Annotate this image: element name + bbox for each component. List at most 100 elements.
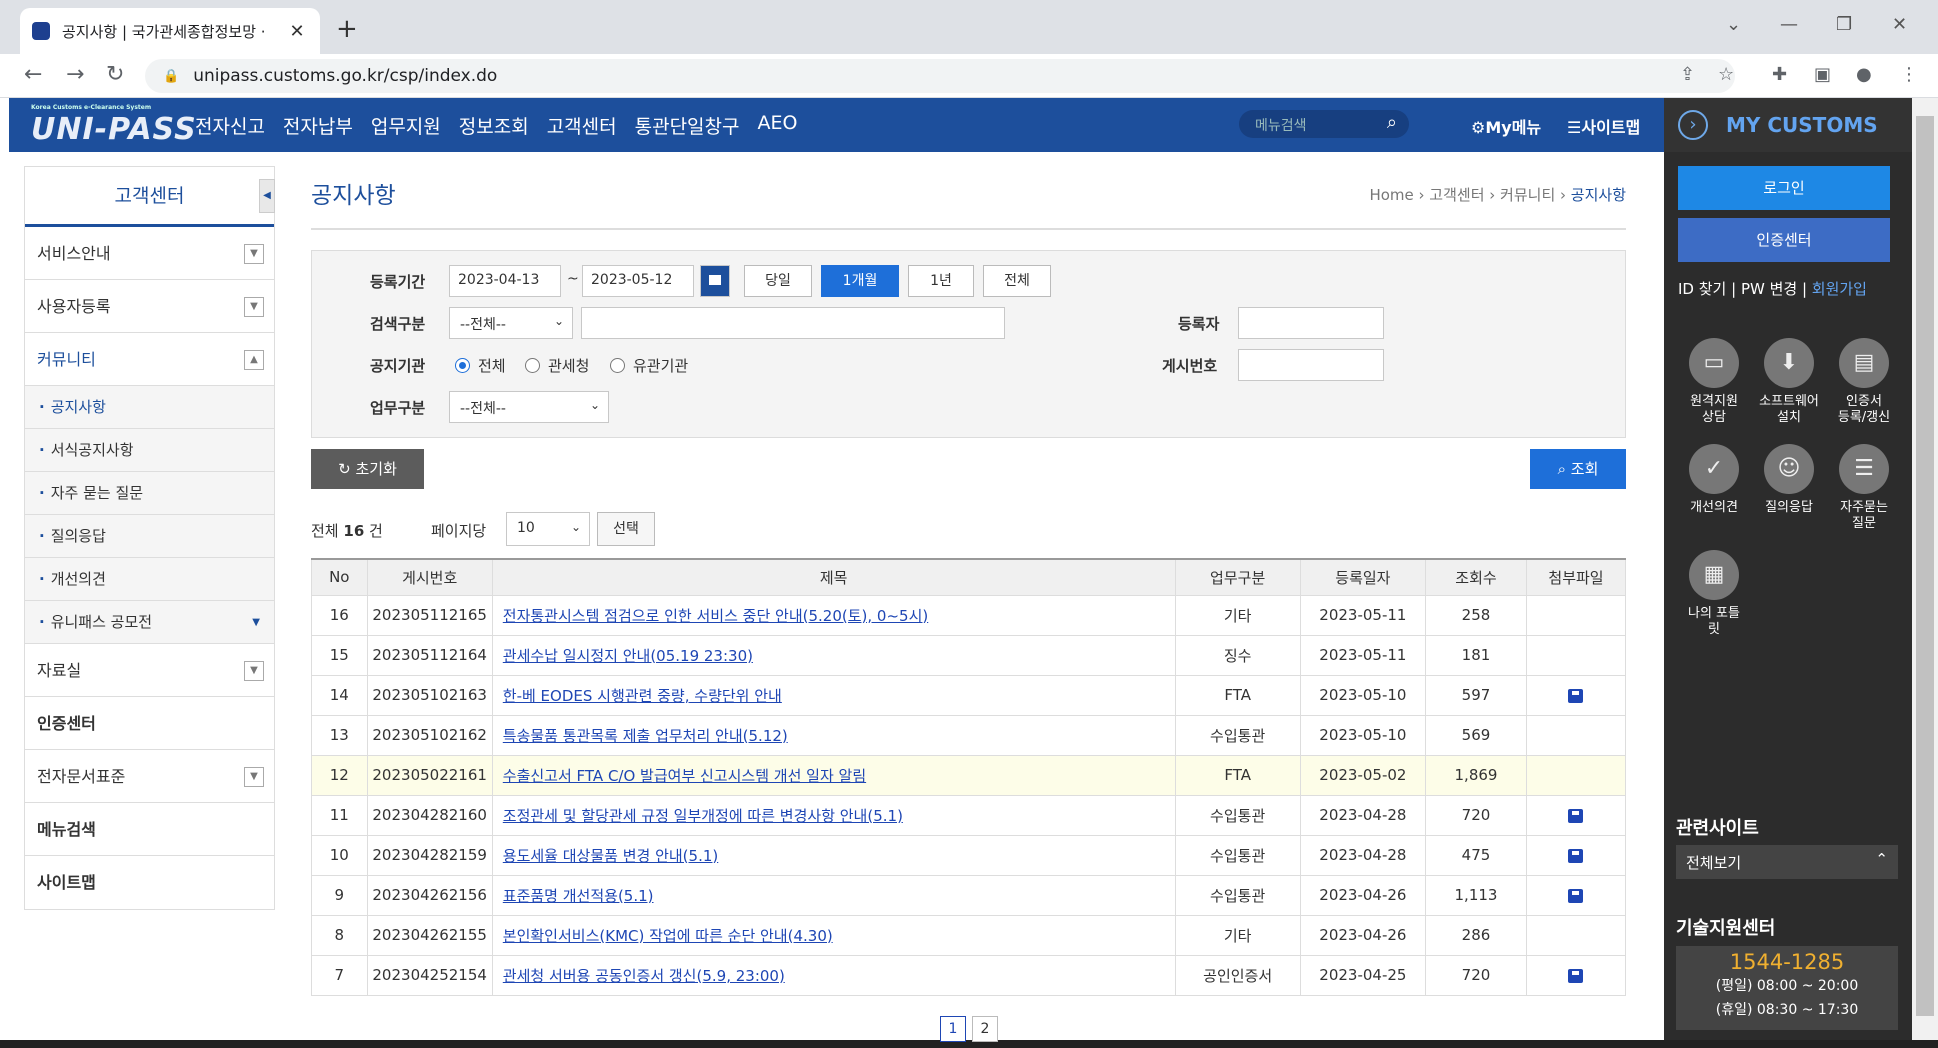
agency-radio-customs[interactable]: 관세청 (525, 355, 589, 376)
cert-center-button[interactable]: 인증센터 (1678, 218, 1890, 262)
chevron-down-icon[interactable]: ▼ (244, 767, 264, 787)
gnb-item[interactable]: 정보조회 (459, 112, 529, 139)
restore-icon[interactable]: ❐ (1836, 14, 1852, 35)
attachment-file-icon[interactable] (1568, 888, 1584, 903)
chevron-right-icon[interactable]: › (1678, 110, 1708, 140)
cell-title[interactable]: 전자통관시스템 점검으로 인한 서비스 중단 안내(5.20(토), 0~5시) (491, 594, 1176, 636)
cell-attachment[interactable] (1525, 794, 1627, 836)
notice-title-link[interactable]: 수출신고서 FTA C/O 발급여부 신고시스템 개선 일자 알림 (503, 767, 866, 785)
subnav-contest[interactable]: 유니패스 공모전 ▼ (25, 601, 274, 644)
gnb-item[interactable]: 전자납부 (283, 112, 353, 139)
table-row[interactable]: 11 202304282160 조정관세 및 할당관세 규정 일부개정에 따른 변경… (311, 794, 1627, 836)
shortcut-qna[interactable]: ☺ 질의응답 (1749, 444, 1829, 516)
table-row[interactable]: 10 202304282159 용도세율 대상물품 변경 안내(5.1) 수입통관 20… (311, 834, 1627, 876)
notice-title-link[interactable]: 표준품명 개선적용(5.1) (503, 887, 654, 905)
unipass-logo[interactable]: Korea Customs e-Clearance System UNI-PAS… (31, 104, 197, 147)
new-tab-icon[interactable]: + (336, 14, 358, 44)
sitemap-button[interactable]: ☰사이트맵 (1567, 114, 1640, 138)
date-from-input[interactable]: 2023-04-13 (449, 265, 561, 297)
nav-item-user-registration[interactable]: 사용자등록 ▼ (25, 280, 274, 333)
notice-title-link[interactable]: 관세수납 일시정지 안내(05.19 23:30) (503, 647, 753, 665)
post-no-input[interactable] (1238, 349, 1384, 381)
address-bar[interactable]: 🔒 unipass.customs.go.kr/csp/index.do (145, 59, 1735, 93)
search-keyword-input[interactable] (581, 307, 1005, 339)
page-1-button[interactable]: 1 (940, 1016, 966, 1042)
reload-icon[interactable]: ↻ (106, 62, 124, 87)
nav-item-edoc-standard[interactable]: 전자문서표준 ▼ (25, 750, 274, 803)
bookmark-star-icon[interactable]: ☆ (1718, 64, 1734, 85)
subnav-notice[interactable]: 공지사항 (25, 386, 274, 429)
nav-item-menu-search[interactable]: 메뉴검색 (25, 803, 274, 856)
cell-attachment[interactable] (1525, 834, 1627, 876)
nav-item-library[interactable]: 자료실 ▼ (25, 644, 274, 697)
notice-title-link[interactable]: 특송물품 통관목록 제출 업무처리 안내(5.12) (503, 727, 788, 745)
menu-kebab-icon[interactable]: ⋮ (1900, 64, 1918, 85)
biz-type-select[interactable]: --전체-- ⌄ (449, 391, 609, 423)
gnb-item[interactable]: 업무지원 (371, 112, 441, 139)
forward-icon[interactable]: → (66, 62, 84, 87)
period-1month-button[interactable]: 1개월 (821, 265, 899, 297)
notice-title-link[interactable]: 한-베 EODES 시행관련 중량, 수량단위 안내 (503, 687, 782, 705)
reset-button[interactable]: ↻ 초기화 (311, 449, 424, 489)
notice-title-link[interactable]: 용도세율 대상물품 변경 안내(5.1) (503, 847, 718, 865)
cell-title[interactable]: 용도세율 대상물품 변경 안내(5.1) (491, 834, 1176, 876)
gnb-item[interactable]: 고객센터 (547, 112, 617, 139)
search-type-select[interactable]: --전체-- ⌄ (449, 307, 573, 339)
notice-title-link[interactable]: 관세청 서버용 공동인증서 갱신(5.9, 23:00) (503, 967, 785, 985)
table-row[interactable]: 9 202304262156 표준품명 개선적용(5.1) 수입통관 2023-04-2… (311, 874, 1627, 916)
back-icon[interactable]: ← (24, 62, 42, 87)
shortcut-faq[interactable]: ☰ 자주묻는 질문 (1824, 444, 1904, 532)
chevron-down-icon[interactable]: ▼ (244, 661, 264, 681)
nav-item-service-guide[interactable]: 서비스안내 ▼ (25, 227, 274, 280)
calendar-icon[interactable] (700, 265, 730, 297)
gnb-item[interactable]: AEO (758, 112, 798, 139)
page-2-button[interactable]: 2 (972, 1016, 998, 1042)
subnav-form-notice[interactable]: 서식공지사항 (25, 429, 274, 472)
cell-title[interactable]: 특송물품 통관목록 제출 업무처리 안내(5.12) (491, 714, 1176, 756)
extensions-icon[interactable]: ✚ (1772, 64, 1787, 85)
scrollbar-thumb[interactable] (1916, 116, 1934, 1016)
cell-title[interactable]: 관세청 서버용 공동인증서 갱신(5.9, 23:00) (491, 954, 1176, 996)
shortcut-certificate[interactable]: ▤ 인증서 등록/갱신 (1824, 338, 1904, 426)
shortcut-remote-support[interactable]: ▭ 원격지원 상담 (1674, 338, 1754, 426)
breadcrumb-item[interactable]: 고객센터 (1429, 186, 1484, 204)
period-today-button[interactable]: 당일 (744, 265, 812, 297)
agency-radio-related[interactable]: 유관기관 (610, 355, 688, 376)
attachment-file-icon[interactable] (1568, 808, 1584, 823)
cell-title[interactable]: 조정관세 및 할당관세 규정 일부개정에 따른 변경사항 안내(5.1) (491, 794, 1176, 836)
search-button[interactable]: ⌕ 조회 (1530, 449, 1626, 489)
login-button[interactable]: 로그인 (1678, 166, 1890, 210)
collapse-nav-icon[interactable]: ◀ (259, 179, 275, 213)
chevron-down-icon[interactable]: ▼ (244, 244, 264, 264)
nav-item-cert-center[interactable]: 인증센터 (25, 697, 274, 750)
table-row[interactable]: 7 202304252154 관세청 서버용 공동인증서 갱신(5.9, 23:00… (311, 954, 1627, 996)
date-to-input[interactable]: 2023-05-12 (582, 265, 694, 297)
nav-item-community[interactable]: 커뮤니티 ▲ (25, 333, 274, 386)
nav-item-sitemap[interactable]: 사이트맵 (25, 856, 274, 909)
table-row[interactable]: 16 202305112165 전자통관시스템 점검으로 인한 서비스 중단 안내(… (311, 594, 1627, 636)
registrant-input[interactable] (1238, 307, 1384, 339)
notice-title-link[interactable]: 조정관세 및 할당관세 규정 일부개정에 따른 변경사항 안내(5.1) (503, 807, 903, 825)
related-sites-select[interactable]: 전체보기 ⌃ (1676, 845, 1898, 879)
cell-title[interactable]: 본인확인서비스(KMC) 작업에 따른 순단 안내(4.30) (491, 914, 1176, 956)
shortcut-software-install[interactable]: ⬇ 소프트웨어 설치 (1749, 338, 1829, 426)
chevron-down-icon[interactable]: ▼ (244, 297, 264, 317)
table-row[interactable]: 14 202305102163 한-베 EODES 시행관련 중량, 수량단위 안내… (311, 674, 1627, 716)
table-row[interactable]: 12 202305022161 수출신고서 FTA C/O 발급여부 신고시스템 개… (311, 754, 1627, 796)
period-1year-button[interactable]: 1년 (908, 265, 974, 297)
chevron-up-icon[interactable]: ▲ (244, 350, 264, 370)
minimize-icon[interactable]: — (1780, 14, 1798, 35)
shortcut-feedback[interactable]: ✓ 개선의견 (1674, 444, 1754, 516)
caret-down-icon[interactable]: ▼ (252, 601, 260, 644)
cell-title[interactable]: 관세수납 일시정지 안내(05.19 23:30) (491, 634, 1176, 676)
subnav-qna[interactable]: 질의응답 (25, 515, 274, 558)
browser-tab[interactable]: 공지사항 | 국가관세종합정보망 · ✕ (20, 8, 320, 54)
cell-attachment[interactable] (1525, 874, 1627, 916)
period-all-button[interactable]: 전체 (983, 265, 1051, 297)
menu-search-input[interactable]: 메뉴검색 ⌕ (1239, 110, 1409, 138)
find-id-link[interactable]: ID 찾기 (1678, 280, 1726, 298)
table-row[interactable]: 8 202304262155 본인확인서비스(KMC) 작업에 따른 순단 안내(4… (311, 914, 1627, 956)
my-menu-button[interactable]: ⚙My메뉴 (1471, 114, 1541, 138)
attachment-file-icon[interactable] (1568, 688, 1584, 703)
cell-attachment[interactable] (1525, 674, 1627, 716)
